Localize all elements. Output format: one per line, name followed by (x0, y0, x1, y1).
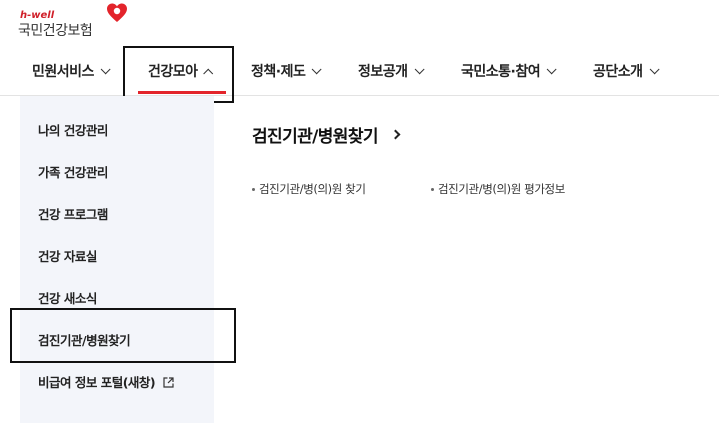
section-title-link[interactable]: 검진기관/병원찾기 (252, 122, 401, 147)
chevron-right-icon (390, 129, 401, 140)
link-label: 검진기관/병(의)원 찾기 (259, 182, 366, 196)
chevron-down-icon (649, 63, 660, 74)
submenu-item-noncovered-portal[interactable]: 비급여 정보 포털(새창) (38, 372, 174, 391)
gnb-item-label: 국민소통·참여 (461, 64, 541, 80)
chevron-down-icon (312, 63, 322, 74)
logo-name: 국민건강보험 (18, 23, 93, 39)
gnb-item-communication[interactable]: 국민소통·참여 (461, 46, 557, 96)
submenu-item-my-health[interactable]: 나의 건강관리 (38, 120, 108, 139)
submenu-item-label: 비급여 정보 포털(새창) (38, 375, 156, 390)
submenu-item-health-library[interactable]: 건강 자료실 (38, 246, 97, 265)
link-hospital-find[interactable]: 검진기관/병(의)원 찾기 (252, 181, 366, 197)
gnb-item-civil-service[interactable]: 민원서비스 (32, 46, 111, 96)
bullet-icon (252, 188, 255, 191)
link-hospital-evaluation[interactable]: 검진기관/병(의)원 평가정보 (431, 181, 565, 197)
chevron-down-icon (546, 63, 557, 74)
chevron-down-icon (100, 63, 111, 74)
gnb-item-label: 민원서비스 (32, 64, 94, 80)
nhis-logo[interactable]: h-well 국민건강보험 (18, 2, 138, 42)
global-nav: 민원서비스 건강모아 정책·제도 정보공개 국민소통·참여 공단소개 (0, 46, 719, 103)
heart-icon (107, 3, 127, 22)
external-link-icon (163, 377, 174, 388)
gnb-item-label: 정책·제도 (251, 64, 306, 80)
submenu-item-health-program[interactable]: 건강 프로그램 (38, 204, 108, 223)
gnb-item-label: 공단소개 (593, 64, 643, 80)
submenu-item-health-news[interactable]: 건강 새소식 (38, 288, 97, 307)
active-menu-highlight (123, 46, 234, 103)
section-title: 검진기관/병원찾기 (252, 127, 379, 147)
gnb-item-label: 정보공개 (358, 64, 408, 80)
active-menu-underline (138, 91, 226, 94)
submenu-panel: 나의 건강관리 가족 건강관리 건강 프로그램 건강 자료실 건강 새소식 검진… (20, 96, 214, 423)
gnb-item-policy[interactable]: 정책·제도 (251, 46, 322, 96)
gnb-item-disclosure[interactable]: 정보공개 (358, 46, 425, 96)
bullet-icon (431, 188, 434, 191)
chevron-down-icon (414, 63, 425, 74)
submenu-item-family-health[interactable]: 가족 건강관리 (38, 162, 108, 181)
selected-submenu-highlight (10, 308, 236, 363)
link-label: 검진기관/병(의)원 평가정보 (438, 182, 565, 196)
gnb-item-about[interactable]: 공단소개 (593, 46, 660, 96)
header: h-well 국민건강보험 (0, 0, 719, 46)
